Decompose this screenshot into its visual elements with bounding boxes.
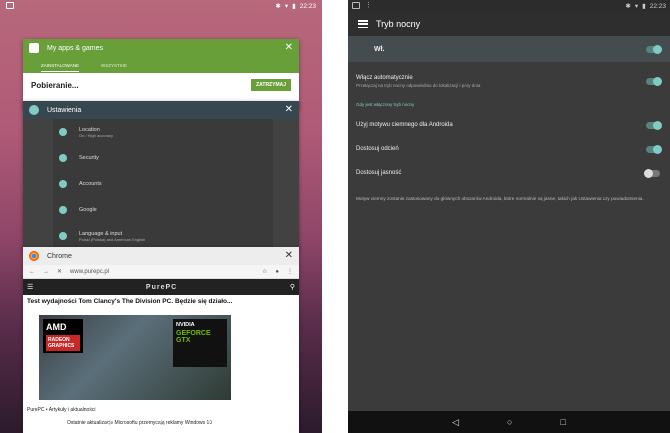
lock-icon bbox=[59, 154, 67, 162]
master-switch-label: Wł. bbox=[374, 45, 385, 53]
card-title: Chrome bbox=[47, 252, 72, 260]
globe-icon bbox=[59, 232, 67, 240]
card-header: Chrome ✕ bbox=[23, 247, 299, 265]
mic-icon[interactable]: ● bbox=[275, 269, 279, 275]
night-mode-screen: ⋮ ✱ ▾ ▮ 22:23 Tryb nocny Wł. Włącz autom… bbox=[348, 0, 670, 433]
brightness-row[interactable]: Dostosuj jasność bbox=[348, 161, 670, 185]
tab-installed[interactable]: ZAINSTALOWANE bbox=[41, 58, 80, 72]
settings-item-location[interactable]: Location On / High accuracy bbox=[53, 119, 273, 145]
settings-item-accounts[interactable]: Accounts bbox=[53, 171, 273, 197]
auto-enable-row[interactable]: Włącz automatycznie Przełączaj na tryb no… bbox=[348, 66, 670, 96]
recents-screen: ✱ ▾ ▮ 22:23 My apps & games ✕ ZAINSTALOW… bbox=[0, 0, 322, 433]
menu-icon[interactable]: ☰ bbox=[27, 283, 33, 291]
download-status: Pobieranie... bbox=[31, 80, 79, 90]
card-header: Ustawienia ✕ bbox=[23, 101, 299, 119]
recent-card-settings[interactable]: Ustawienia ✕ Location On / High accuracy … bbox=[23, 101, 299, 251]
page-title: Tryb nocny bbox=[376, 19, 421, 29]
bluetooth-icon: ✱ bbox=[275, 3, 281, 10]
notification-icon bbox=[352, 2, 360, 9]
location-icon bbox=[59, 128, 67, 136]
card-title: Ustawienia bbox=[47, 106, 82, 114]
tint-toggle[interactable] bbox=[646, 144, 662, 154]
article-headline[interactable]: Test wydajności Tom Clancy's The Divisio… bbox=[23, 295, 299, 308]
nvidia-logo: NVIDIA GEFORCE GTX bbox=[173, 319, 227, 367]
article-image[interactable]: AMD RADEON GRAPHICS NVIDIA GEFORCE GTX bbox=[39, 315, 231, 400]
settings-list: Location On / High accuracy Security Acco… bbox=[53, 119, 273, 251]
back-icon[interactable]: ◁ bbox=[452, 417, 459, 428]
auto-enable-label: Włącz automatycznie bbox=[356, 74, 413, 81]
auto-enable-sub: Przełączaj na tryb nocny odpowiednio do … bbox=[356, 82, 481, 88]
forward-arrow-icon[interactable]: → bbox=[43, 269, 49, 275]
tint-label: Dostosuj odcień bbox=[356, 146, 399, 152]
close-icon[interactable]: ✕ bbox=[285, 251, 293, 261]
recents-icon[interactable]: □ bbox=[560, 417, 565, 427]
recent-card-chrome[interactable]: Chrome ✕ ← → ✕ www.purepc.pl ☆ ● ⋮ ☰ Pur… bbox=[23, 247, 299, 433]
dark-theme-label: Użyj motywu ciemnego dla Androida bbox=[356, 122, 453, 128]
card-title: My apps & games bbox=[47, 44, 104, 52]
master-toggle[interactable] bbox=[646, 44, 662, 54]
site-header: ☰ PurePC ⚲ bbox=[23, 279, 299, 295]
navigation-bar: ◁ ○ □ bbox=[348, 411, 670, 433]
stop-icon[interactable]: ✕ bbox=[57, 268, 62, 275]
settings-item-google[interactable]: Google bbox=[53, 197, 273, 223]
star-icon[interactable]: ☆ bbox=[262, 268, 267, 275]
gear-icon bbox=[29, 105, 39, 115]
amd-logo: AMD RADEON GRAPHICS bbox=[43, 319, 83, 353]
recent-card-playstore[interactable]: My apps & games ✕ ZAINSTALOWANE WSZYSTKI… bbox=[23, 39, 299, 109]
brightness-label: Dostosuj jasność bbox=[356, 170, 402, 176]
play-store-icon bbox=[29, 43, 39, 53]
home-icon[interactable]: ○ bbox=[159, 418, 164, 428]
address-bar[interactable]: ← → ✕ www.purepc.pl ☆ ● ⋮ bbox=[23, 265, 299, 279]
brightness-toggle[interactable] bbox=[644, 168, 660, 178]
clock: 22:23 bbox=[649, 2, 666, 10]
auto-enable-toggle[interactable] bbox=[646, 76, 662, 86]
google-icon bbox=[59, 206, 67, 214]
tint-row[interactable]: Dostosuj odcień bbox=[348, 137, 670, 161]
more-notifications-icon: ⋮ bbox=[365, 2, 372, 9]
notification-icon bbox=[6, 2, 14, 9]
close-icon[interactable]: ✕ bbox=[285, 105, 293, 115]
back-icon[interactable]: ◁ bbox=[107, 418, 114, 429]
close-icon[interactable]: ✕ bbox=[285, 43, 293, 53]
back-arrow-icon[interactable]: ← bbox=[29, 269, 35, 275]
recents-icon[interactable]: □ bbox=[209, 418, 214, 428]
master-switch-row[interactable]: Wł. bbox=[348, 36, 670, 62]
hamburger-menu-icon[interactable] bbox=[358, 20, 368, 28]
battery-icon: ▮ bbox=[292, 3, 296, 10]
search-icon[interactable]: ⚲ bbox=[290, 283, 295, 291]
account-icon bbox=[59, 180, 67, 188]
home-icon[interactable]: ○ bbox=[507, 417, 512, 427]
menu-dots-icon[interactable]: ⋮ bbox=[287, 268, 293, 275]
screenshot-root: ✱ ▾ ▮ 22:23 My apps & games ✕ ZAINSTALOW… bbox=[0, 0, 670, 433]
clock: 22:23 bbox=[299, 2, 316, 10]
stop-button[interactable]: ZATRZYMAJ bbox=[251, 79, 291, 91]
settings-item-security[interactable]: Security bbox=[53, 145, 273, 171]
chrome-icon bbox=[29, 251, 39, 261]
section-header: Gdy jest włączony tryb nocny bbox=[356, 102, 415, 107]
info-note: Motyw ciemny zostanie zastosowany do głó… bbox=[356, 196, 644, 201]
url-text[interactable]: www.purepc.pl bbox=[70, 269, 254, 275]
site-logo[interactable]: PurePC bbox=[146, 284, 177, 291]
webpage: ☰ PurePC ⚲ Test wydajności Tom Clancy's … bbox=[23, 279, 299, 433]
tabs: ZAINSTALOWANE WSZYSTKIE bbox=[23, 57, 299, 73]
navigation-bar: ◁ ○ □ bbox=[0, 413, 322, 433]
status-bar: ⋮ ✱ ▾ ▮ 22:23 bbox=[348, 0, 670, 12]
download-row: Pobieranie... ZATRZYMAJ bbox=[23, 73, 299, 97]
wifi-icon: ▾ bbox=[284, 3, 289, 10]
status-bar: ✱ ▾ ▮ 22:23 bbox=[0, 0, 322, 12]
battery-icon: ▮ bbox=[642, 3, 646, 10]
bluetooth-icon: ✱ bbox=[625, 3, 631, 10]
wifi-icon: ▾ bbox=[634, 3, 639, 10]
divider bbox=[322, 0, 348, 433]
app-bar: Tryb nocny bbox=[348, 12, 670, 36]
tab-all[interactable]: WSZYSTKIE bbox=[101, 63, 127, 68]
settings-item-language[interactable]: Language & input Polski (Polska) and Amer… bbox=[53, 223, 273, 249]
dark-theme-row[interactable]: Użyj motywu ciemnego dla Androida bbox=[348, 113, 670, 137]
dark-theme-toggle[interactable] bbox=[646, 120, 662, 130]
card-header: My apps & games ✕ bbox=[23, 39, 299, 57]
